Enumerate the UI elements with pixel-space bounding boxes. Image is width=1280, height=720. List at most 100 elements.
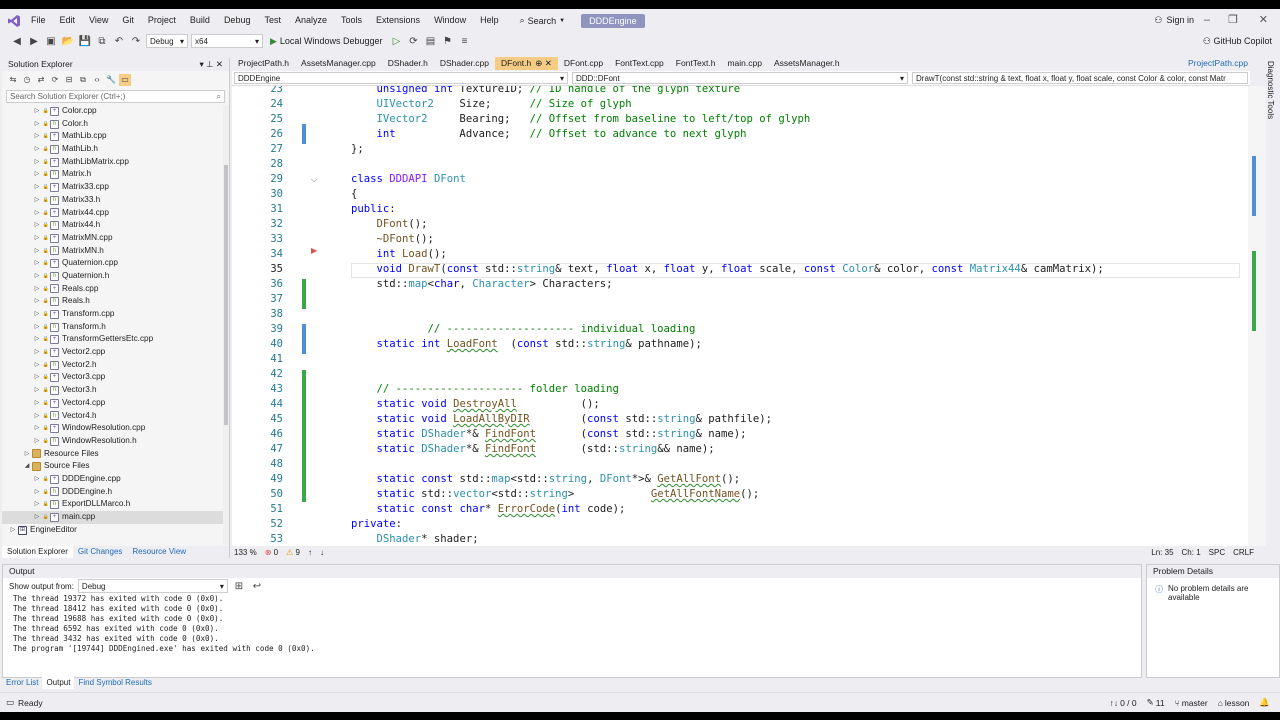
edits-count[interactable]: 11 [1156, 698, 1165, 708]
configuration-select[interactable]: Debug ▾ [146, 34, 188, 48]
tab-git-changes[interactable]: Git Changes [73, 546, 127, 558]
collapsed-caret-icon[interactable]: ▷ [32, 435, 42, 448]
collapsed-caret-icon[interactable]: ▷ [22, 448, 32, 461]
doc-tab[interactable]: DFont.cpp [558, 57, 609, 70]
tree-item[interactable]: ▷ 🔒 h MathLib.h [2, 143, 229, 156]
sync-icon[interactable]: ⇆ [7, 74, 19, 86]
close-window-button[interactable]: ✕ [1259, 9, 1268, 32]
tree-item[interactable]: ▷ 🔒 + Vector3.cpp [2, 371, 229, 384]
doc-tab[interactable]: AssetsManager.h [768, 57, 846, 70]
menu-project[interactable]: Project [141, 9, 183, 32]
collapsed-caret-icon[interactable]: ▷ [32, 410, 42, 423]
project-dropdown[interactable]: DDDEngine ▾ [234, 72, 568, 84]
tree-item[interactable]: ▷ 🔒 h WindowResolution.h [2, 435, 229, 448]
fold-toggle-icon[interactable]: ⌵ [311, 175, 317, 185]
tab-output[interactable]: Output [42, 677, 75, 689]
collapsed-caret-icon[interactable]: ▷ [32, 283, 42, 296]
tree-item[interactable]: ▷ 🔒 + DDDEngine.cpp [2, 473, 229, 486]
menu-debug[interactable]: Debug [217, 9, 258, 32]
collapsed-caret-icon[interactable]: ▷ [32, 422, 42, 435]
menu-analyze[interactable]: Analyze [288, 9, 334, 32]
collapsed-caret-icon[interactable]: ▷ [32, 105, 42, 118]
branch-name[interactable]: master [1182, 698, 1208, 708]
doc-tab[interactable]: DFont.h ⊕ ✕ [495, 57, 558, 70]
code-view-icon[interactable]: ‹› [91, 74, 103, 86]
collapsed-caret-icon[interactable]: ▷ [8, 524, 18, 537]
tab-find-symbol-results[interactable]: Find Symbol Results [74, 677, 155, 689]
collapsed-caret-icon[interactable]: ▷ [32, 219, 42, 232]
tree-item[interactable]: ▷ 🔒 h Quaternion.h [2, 270, 229, 283]
tree-item[interactable]: ▷ 🔒 h MatrixMN.h [2, 245, 229, 258]
repo-name[interactable]: lesson [1225, 698, 1250, 708]
tree-item[interactable]: ▷ 🔒 + WindowResolution.cpp [2, 422, 229, 435]
tree-item[interactable]: ▷ 🔒 + Color.cpp [2, 105, 229, 118]
collapsed-caret-icon[interactable]: ▷ [32, 371, 42, 384]
expanded-caret-icon[interactable]: ◢ [22, 460, 32, 473]
properties-icon[interactable]: 🔧 [105, 74, 117, 86]
collapsed-caret-icon[interactable]: ▷ [32, 245, 42, 258]
pending-changes-icon[interactable]: ⇄ [35, 74, 47, 86]
solution-explorer-scrollbar[interactable] [223, 105, 229, 545]
history-icon[interactable]: ◷ [21, 74, 33, 86]
pinned-doc-tab[interactable]: ProjectPath.cpp [1182, 57, 1254, 70]
panel-controls[interactable]: ▾ ⊥ ✕ [199, 58, 223, 71]
menu-build[interactable]: Build [183, 9, 217, 32]
tree-item[interactable]: ▷ 🔒 h Matrix33.h [2, 194, 229, 207]
member-dropdown[interactable]: DrawT(const std::string & text, float x,… [912, 72, 1248, 84]
platform-select[interactable]: x64 ▾ [191, 34, 263, 48]
refresh-icon[interactable]: ⟳ [49, 74, 61, 86]
collapsed-caret-icon[interactable]: ▷ [32, 181, 42, 194]
clear-all-icon[interactable]: ⊞ [232, 579, 246, 593]
collapsed-caret-icon[interactable]: ▷ [32, 346, 42, 359]
redo-icon[interactable]: ↷ [129, 34, 143, 48]
collapsed-caret-icon[interactable]: ▷ [32, 359, 42, 372]
collapsed-caret-icon[interactable]: ▷ [32, 384, 42, 397]
collapsed-caret-icon[interactable]: ▷ [32, 130, 42, 143]
zoom-level[interactable]: 133 % [234, 548, 257, 557]
changes-count[interactable]: 0 / 0 [1120, 698, 1137, 708]
collapsed-caret-icon[interactable]: ▷ [32, 511, 42, 524]
solution-explorer-search[interactable]: Search Solution Explorer (Ctrl+;) ⌕ [6, 90, 225, 103]
word-wrap-icon[interactable]: ↩ [250, 579, 264, 593]
nav-up-icon[interactable]: ↑ [308, 548, 312, 557]
restore-button[interactable]: ❐ [1228, 9, 1238, 32]
doc-tab[interactable]: DShader.h [382, 57, 434, 70]
nav-down-icon[interactable]: ↓ [320, 548, 324, 557]
scrollbar-thumb[interactable] [224, 165, 228, 425]
close-tab-icon[interactable]: ⊕ ✕ [535, 57, 552, 70]
open-folder-icon[interactable]: 📂 [61, 34, 75, 48]
menu-extensions[interactable]: Extensions [369, 9, 427, 32]
source-control-arrows-icon[interactable]: ↑↓ [1110, 698, 1119, 708]
collapsed-caret-icon[interactable]: ▷ [32, 156, 42, 169]
collapsed-caret-icon[interactable]: ▷ [32, 194, 42, 207]
collapsed-caret-icon[interactable]: ▷ [32, 321, 42, 334]
tree-item[interactable]: ▷ 🔒 h Reals.h [2, 295, 229, 308]
menu-test[interactable]: Test [257, 9, 288, 32]
doc-tab[interactable]: FontText.cpp [609, 57, 670, 70]
tree-item[interactable]: ▷ 🔒 + Vector4.cpp [2, 397, 229, 410]
doc-tab[interactable]: DShader.cpp [434, 57, 495, 70]
tree-item[interactable]: ▷ 🔒 + Transform.cpp [2, 308, 229, 321]
tree-item[interactable]: ▷ 🔒 h Color.h [2, 118, 229, 131]
new-item-icon[interactable]: ▣ [44, 34, 58, 48]
collapsed-caret-icon[interactable]: ▷ [32, 232, 42, 245]
tree-item[interactable]: ◢ Source Files [2, 460, 229, 473]
collapsed-caret-icon[interactable]: ▷ [32, 118, 42, 131]
undo-icon[interactable]: ↶ [112, 34, 126, 48]
tab-error-list[interactable]: Error List [2, 677, 42, 689]
output-source-select[interactable]: Debug ▾ [77, 579, 228, 593]
comment-icon[interactable]: ≡ [457, 34, 471, 48]
tree-item[interactable]: ▷ 🔒 + main.cpp [2, 511, 229, 524]
tree-item[interactable]: ▷ 🔒 + Matrix33.cpp [2, 181, 229, 194]
line-ending[interactable]: CRLF [1233, 548, 1254, 557]
tree-item[interactable]: ▷ 🔒 h Transform.h [2, 321, 229, 334]
menu-git[interactable]: Git [115, 9, 141, 32]
hot-reload-icon[interactable]: ⟳ [406, 34, 420, 48]
whitespace-mode[interactable]: SPC [1209, 548, 1225, 557]
tree-item[interactable]: ▷ 🔒 h Vector4.h [2, 410, 229, 423]
tab-resource-view[interactable]: Resource View [127, 546, 191, 558]
doc-tab[interactable]: AssetsManager.cpp [295, 57, 382, 70]
tree-item[interactable]: ▷ 🔒 + MathLibMatrix.cpp [2, 156, 229, 169]
menu-help[interactable]: Help [473, 9, 506, 32]
start-without-debugging-icon[interactable]: ▷ [389, 34, 403, 48]
